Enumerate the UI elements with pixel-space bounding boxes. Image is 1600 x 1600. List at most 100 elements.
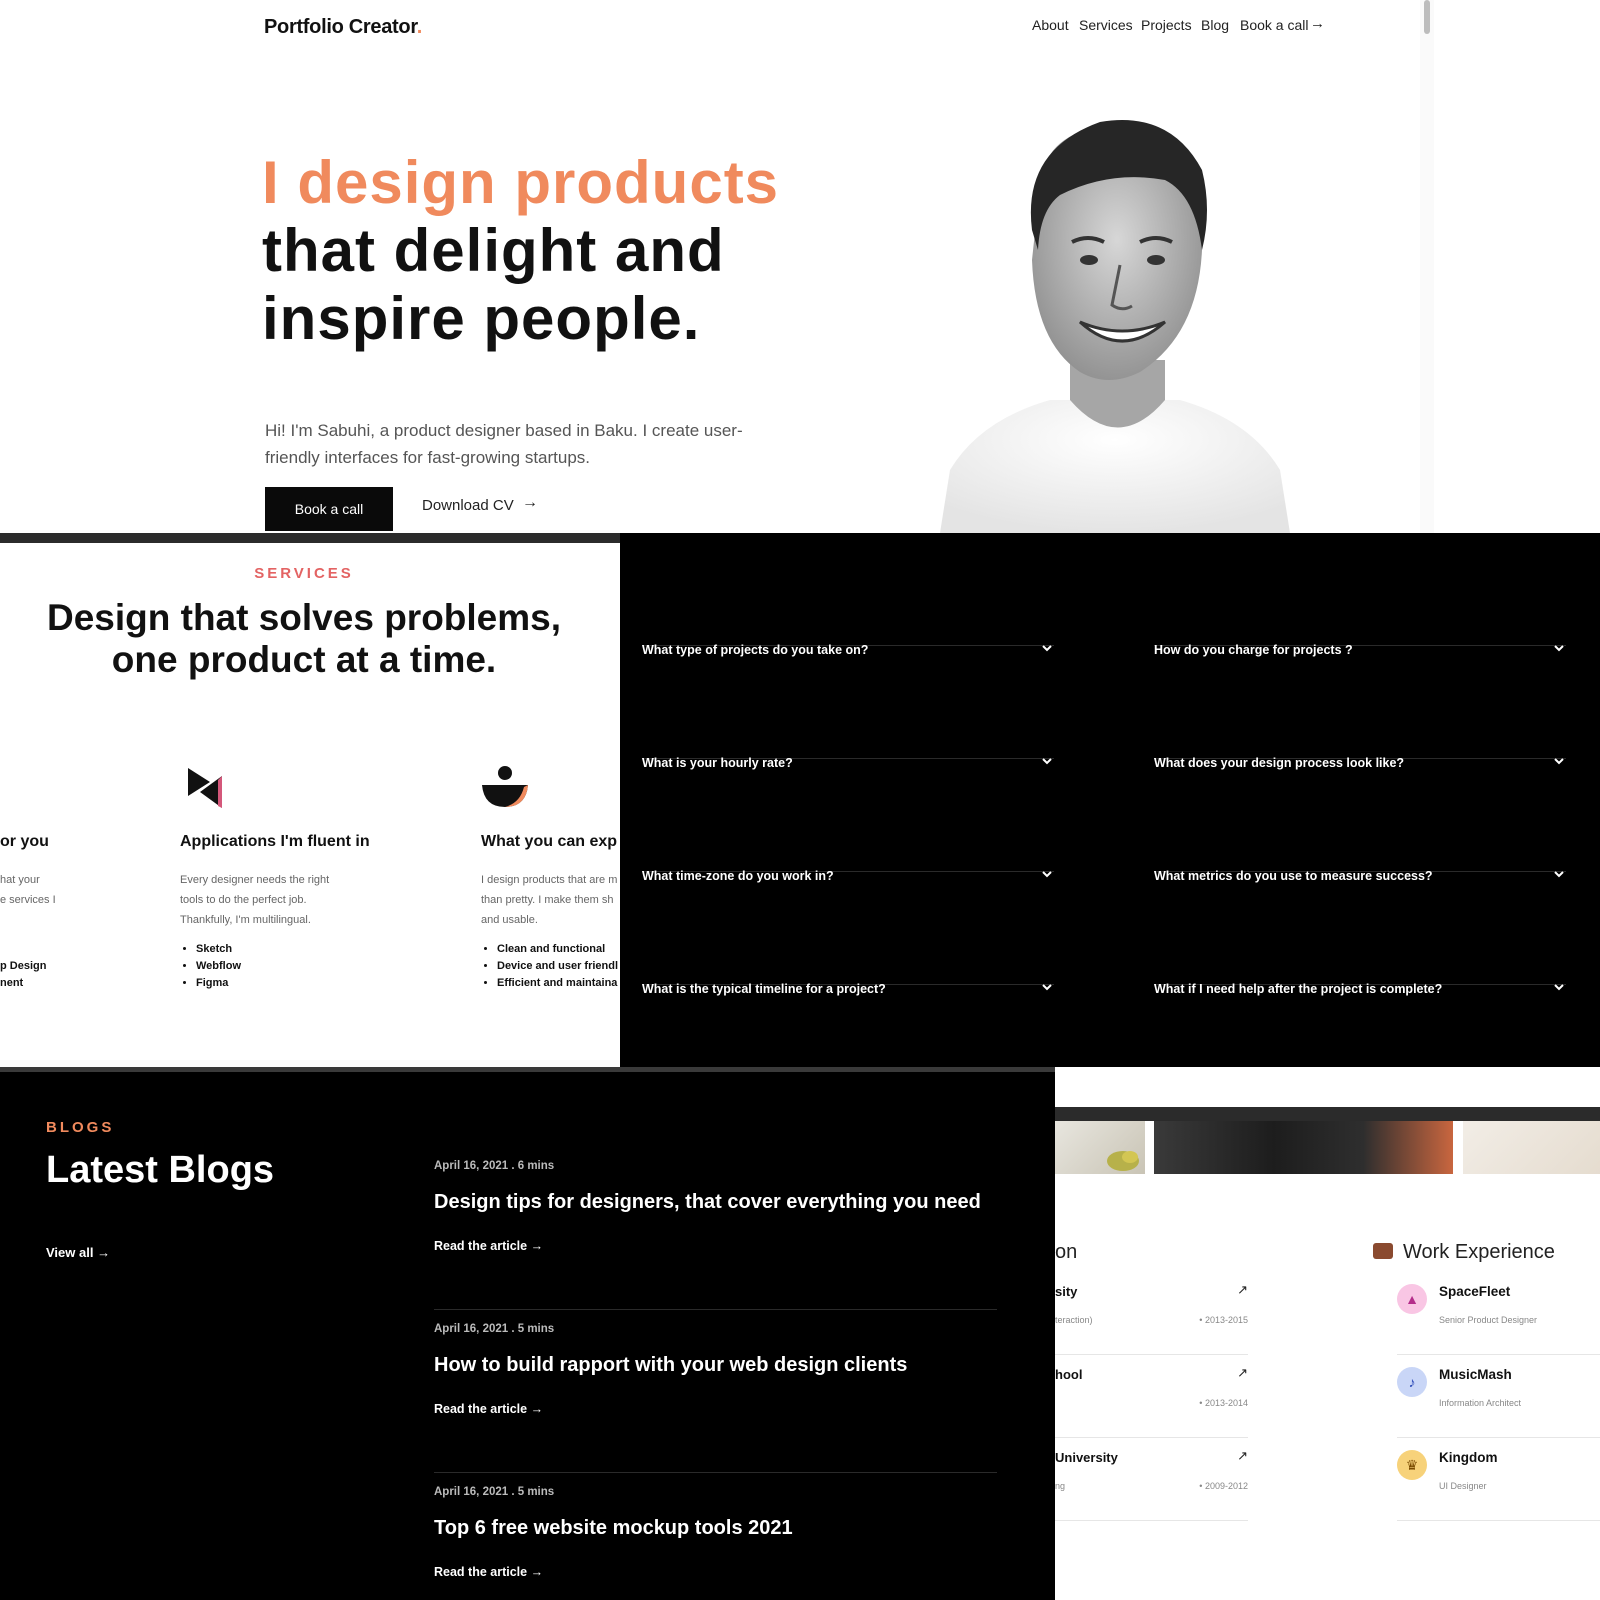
music-note-icon: ♪	[1397, 1367, 1427, 1397]
resume-section: on Work Experience sity ↗ teraction) • 2…	[1055, 1067, 1600, 1600]
blogs-eyebrow: BLOGS	[46, 1119, 115, 1136]
nav-projects[interactable]: Projects	[1141, 17, 1192, 33]
book-a-call-button[interactable]: Book a call	[265, 487, 393, 531]
faq-section: What type of projects do you take on? Wh…	[620, 533, 1600, 1067]
post-meta: April 16, 2021 . 5 mins	[434, 1323, 555, 1335]
faq-item[interactable]: What time-zone do you work in?	[642, 759, 1054, 883]
education-sub: ng	[1055, 1481, 1066, 1491]
nav-services[interactable]: Services	[1079, 17, 1133, 33]
work-company: Kingdom	[1439, 1450, 1498, 1465]
service-list-2: Clean and functional Device and user fri…	[481, 941, 618, 992]
read-article-link[interactable]: Read the article →	[434, 1402, 543, 1416]
education-row[interactable]: sity ↗ teraction) • 2013-2015	[1055, 1272, 1248, 1355]
applications-icon	[188, 768, 222, 808]
service-heading-0: or you	[0, 833, 49, 850]
arrow-right-icon: →	[522, 494, 538, 511]
education-name: hool	[1055, 1367, 1083, 1382]
blogs-section: BLOGS Latest Blogs View all → April 16, …	[0, 1067, 1055, 1600]
read-article-link[interactable]: Read the article →	[434, 1239, 543, 1253]
work-company: MusicMash	[1439, 1367, 1512, 1382]
work-role: Senior Product Designer	[1439, 1315, 1538, 1325]
service-heading-2: What you can exp	[481, 833, 618, 850]
arrow-up-right-icon[interactable]: ↗	[1237, 1365, 1248, 1381]
plant-icon	[1107, 1151, 1139, 1171]
services-section: SERVICES Design that solves problems, on…	[0, 533, 620, 1067]
work-row[interactable]: ♪ MusicMash Information Architect	[1397, 1355, 1600, 1438]
chevron-down-icon[interactable]	[1552, 980, 1566, 994]
project-thumbnail[interactable]	[1463, 1121, 1600, 1174]
faq-question: What if I need help after the project is…	[1154, 982, 1443, 996]
faq-item[interactable]: What is your hourly rate?	[642, 646, 1054, 770]
faq-item[interactable]: What if I need help after the project is…	[1154, 872, 1566, 996]
rocket-icon: ▲	[1397, 1284, 1427, 1314]
faq-item[interactable]: How do you charge for projects ?	[1154, 533, 1566, 657]
services-title-line-1: Design that solves problems,	[46, 597, 562, 638]
post-meta: April 16, 2021 . 5 mins	[434, 1486, 555, 1498]
section-divider-strip	[0, 1067, 1055, 1072]
page-scrollbar-thumb[interactable]	[1424, 0, 1430, 34]
read-article-link[interactable]: Read the article →	[434, 1565, 543, 1579]
page-scroll-track[interactable]	[1420, 0, 1434, 533]
post-title[interactable]: Design tips for designers, that cover ev…	[434, 1191, 981, 1214]
services-eyebrow: SERVICES	[254, 565, 354, 582]
service-list-0: p Design nent	[0, 960, 47, 989]
education-row[interactable]: hool ↗ • 2013-2014	[1055, 1355, 1248, 1438]
arrow-up-right-icon[interactable]: ↗	[1237, 1282, 1248, 1298]
education-sub: teraction)	[1055, 1315, 1093, 1325]
nav-blog[interactable]: Blog	[1201, 17, 1229, 33]
faq-item[interactable]: What does your design process look like?	[1154, 646, 1566, 770]
services-title-line-2: one product at a time.	[111, 639, 497, 680]
browser-toolbar-strip	[0, 533, 620, 543]
education-row[interactable]: University ↗ ng • 2009-2012	[1055, 1438, 1248, 1521]
post-title[interactable]: How to build rapport with your web desig…	[434, 1354, 907, 1377]
education-years: • 2013-2014	[1199, 1398, 1248, 1408]
nav-about[interactable]: About	[1032, 17, 1069, 33]
education-name: University	[1055, 1450, 1118, 1465]
headline-line-2: that delight and	[262, 217, 725, 284]
education-years: • 2009-2012	[1199, 1481, 1248, 1491]
arrow-up-right-icon[interactable]: ↗	[1237, 1448, 1248, 1464]
education-name: sity	[1055, 1284, 1078, 1299]
service-desc-2: I design products that are m than pretty…	[481, 874, 618, 926]
nav-book-a-call[interactable]: Book a call	[1240, 17, 1308, 33]
faq-item[interactable]: What is the typical timeline for a proje…	[642, 872, 1054, 996]
post-meta: April 16, 2021 . 6 mins	[434, 1160, 555, 1172]
briefcase-icon	[1373, 1243, 1393, 1259]
blog-post: April 16, 2021 . 6 mins Design tips for …	[434, 1147, 997, 1310]
work-row[interactable]: ▲ SpaceFleet Senior Product Designer	[1397, 1272, 1600, 1355]
service-heading-1: Applications I'm fluent in	[180, 833, 370, 850]
services-title: Design that solves problems, one product…	[0, 597, 608, 681]
hero-section: Portfolio Creator. About Services Projec…	[0, 0, 1600, 533]
project-thumbnail[interactable]	[1055, 1121, 1145, 1174]
browser-toolbar-strip	[1055, 1107, 1600, 1121]
arrow-right-icon: →	[1310, 15, 1325, 32]
work-role: Information Architect	[1439, 1398, 1522, 1408]
work-experience-heading: Work Experience	[1373, 1241, 1555, 1264]
service-list-1: Sketch Webflow Figma	[180, 941, 241, 992]
download-cv-link[interactable]: Download CV	[422, 497, 514, 514]
headline-line-3: inspire people.	[262, 285, 701, 352]
service-desc-1: Every designer needs the right tools to …	[180, 874, 330, 926]
view-all-link[interactable]: View all →	[46, 1245, 110, 1260]
top-nav: About Services Projects Blog Book a call…	[0, 15, 1600, 37]
work-company: SpaceFleet	[1439, 1284, 1511, 1299]
service-desc-0: hat your e services I	[0, 874, 56, 906]
portrait-photo	[940, 120, 1290, 533]
chevron-down-icon[interactable]	[1040, 980, 1054, 994]
education-years: • 2013-2015	[1199, 1315, 1248, 1325]
faq-item[interactable]: What type of projects do you take on?	[642, 533, 1054, 657]
blog-post: April 16, 2021 . 5 mins How to build rap…	[434, 1310, 997, 1473]
project-thumbnail[interactable]	[1154, 1121, 1453, 1174]
bowl-icon	[482, 766, 528, 807]
post-title[interactable]: Top 6 free website mockup tools 2021	[434, 1517, 793, 1540]
blog-post: April 16, 2021 . 5 mins Top 6 free websi…	[434, 1473, 997, 1600]
headline-accent: I design products	[262, 149, 780, 216]
crown-icon: ♛	[1397, 1450, 1427, 1480]
faq-item[interactable]: What metrics do you use to measure succe…	[1154, 759, 1566, 883]
faq-question: What is the typical timeline for a proje…	[642, 982, 886, 996]
blogs-title: Latest Blogs	[46, 1149, 275, 1191]
work-role: UI Designer	[1439, 1481, 1487, 1491]
work-row[interactable]: ♛ Kingdom UI Designer	[1397, 1438, 1600, 1521]
education-title: on	[1055, 1241, 1078, 1263]
intro-text: Hi! I'm Sabuhi, a product designer based…	[265, 421, 743, 467]
